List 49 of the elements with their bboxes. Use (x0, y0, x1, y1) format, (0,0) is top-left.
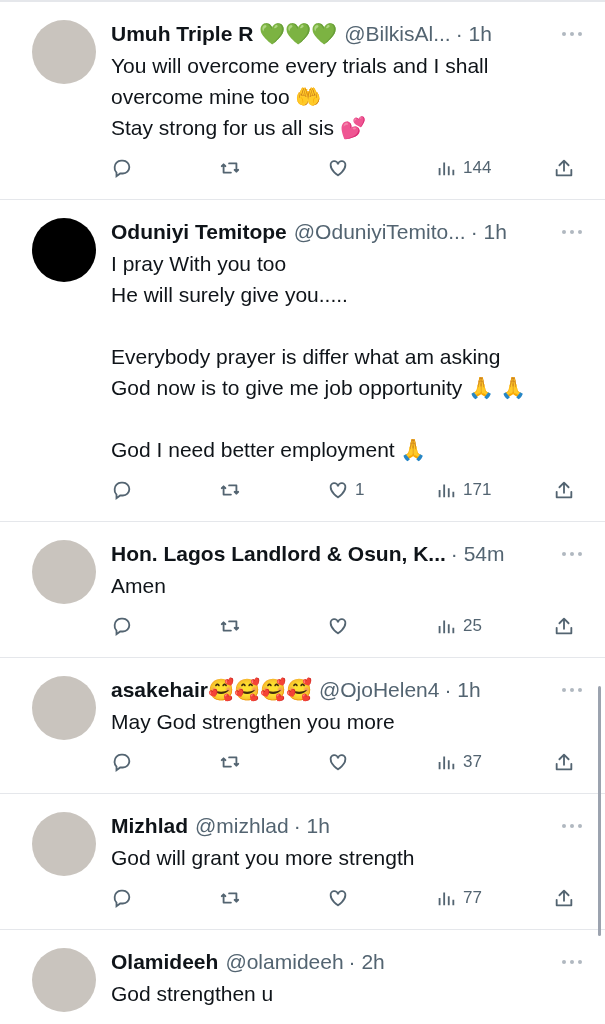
user-handle[interactable]: @OjoHelen4 (318, 676, 440, 704)
reply-icon (111, 157, 133, 179)
user-name[interactable]: Oduniyi Temitope (111, 218, 287, 246)
post-text: Amen (111, 573, 167, 599)
post-time: · 2h (348, 949, 385, 975)
user-name[interactable]: Hon. Lagos Landlord & Osun, K... (111, 540, 446, 568)
share-icon (553, 479, 575, 501)
share-button[interactable] (553, 615, 575, 637)
views-button[interactable]: 37 (435, 749, 482, 775)
reply-icon (111, 751, 133, 773)
heart-icon (327, 751, 349, 773)
views-button[interactable]: 144 (435, 155, 492, 181)
user-name[interactable]: Olamideeh (111, 948, 219, 976)
post-text: God will grant you more strength (111, 845, 416, 871)
heart-icon (327, 157, 349, 179)
post-time: · 1h (455, 21, 492, 47)
share-button[interactable] (553, 887, 575, 909)
share-icon (553, 751, 575, 773)
post-time: · 1h (293, 813, 330, 839)
post-text: May God strengthen you more (111, 709, 396, 735)
share-button[interactable] (553, 751, 575, 773)
heart-icon (327, 615, 349, 637)
share-icon (553, 615, 575, 637)
post-time: · 54m (450, 541, 505, 567)
views-button[interactable]: 77 (435, 885, 482, 911)
share-button[interactable] (553, 479, 575, 501)
views-button[interactable]: 171 (435, 477, 492, 503)
post-text: I pray With you too He will surely give you..... Everybody prayer is differ what am asking God now is to give me job opportunity 🙏 🙏 God I need better employment 🙏 (111, 251, 528, 463)
reply-icon (111, 615, 133, 637)
scrollbar[interactable] (598, 686, 601, 936)
post-text: You will overcome every trials and I shall overcome mine too 🤲 Stay strong for us all sis 💕 (111, 53, 490, 142)
share-icon (553, 887, 575, 909)
share-icon (553, 157, 575, 179)
heart-icon (327, 479, 349, 501)
user-handle[interactable]: @mizhlad (195, 812, 289, 840)
views-button[interactable]: 25 (435, 613, 482, 639)
heart-icon (327, 887, 349, 909)
user-name[interactable]: Mizhlad (111, 812, 188, 840)
reply-icon (111, 887, 133, 909)
user-handle[interactable]: @OduniyiTemito... (293, 218, 466, 246)
post-time: · 1h (444, 677, 481, 703)
user-handle[interactable]: @olamideeh (225, 948, 344, 976)
share-button[interactable] (553, 157, 575, 179)
reply-icon (111, 479, 133, 501)
post-time: · 1h (470, 219, 507, 245)
post-text: God strengthen u (111, 981, 275, 1007)
like-button[interactable]: 1 (327, 477, 365, 503)
user-handle[interactable]: @BilkisAl... (344, 20, 451, 48)
user-name[interactable]: Umuh Triple R 💚💚💚 (111, 20, 338, 48)
